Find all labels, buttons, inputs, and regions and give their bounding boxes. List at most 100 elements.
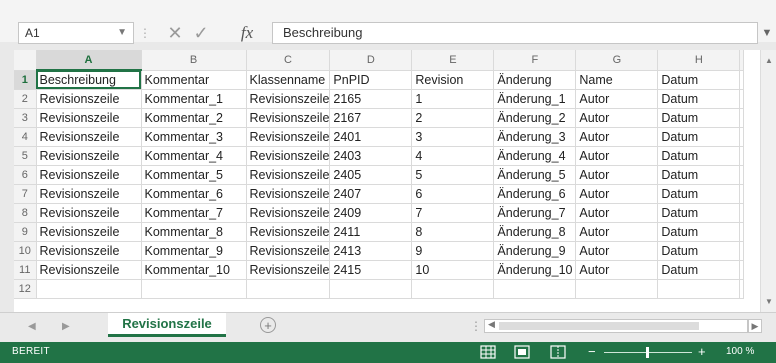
- cell-f8[interactable]: Änderung_7: [493, 203, 577, 223]
- cell-e12[interactable]: [411, 279, 495, 299]
- row-header[interactable]: 1: [14, 70, 37, 90]
- cell-g6[interactable]: Autor: [575, 165, 659, 185]
- column-header-g[interactable]: G: [575, 50, 659, 71]
- cell-a11[interactable]: Revisionszeile: [36, 260, 142, 280]
- formula-input[interactable]: Beschreibung: [272, 22, 758, 44]
- select-all-corner[interactable]: [14, 50, 37, 71]
- cell-e11[interactable]: 10: [411, 260, 495, 280]
- cell-a6[interactable]: Revisionszeile: [36, 165, 142, 185]
- cell-f6[interactable]: Änderung_5: [493, 165, 577, 185]
- chevron-down-icon[interactable]: ▼: [758, 22, 776, 44]
- cell-a4[interactable]: Revisionszeile: [36, 127, 142, 147]
- cell-spacer[interactable]: [739, 222, 745, 242]
- cell-spacer[interactable]: [739, 165, 745, 185]
- cell-h6[interactable]: Datum: [657, 165, 741, 185]
- tab-prev-icon[interactable]: ◀: [28, 321, 36, 332]
- page-layout-icon[interactable]: [514, 345, 530, 359]
- cell-spacer[interactable]: [739, 203, 745, 223]
- cell-b8[interactable]: Kommentar_7: [141, 203, 247, 223]
- row-header[interactable]: 2: [14, 89, 37, 109]
- chevron-down-icon[interactable]: ▼: [117, 23, 127, 43]
- plus-icon[interactable]: +: [260, 317, 276, 333]
- cell-c11[interactable]: Revisionszeile: [246, 260, 331, 280]
- insert-function-button[interactable]: fx: [234, 22, 260, 44]
- cell-d10[interactable]: 2413: [329, 241, 413, 261]
- zoom-level[interactable]: 100 %: [726, 346, 754, 357]
- cell-c9[interactable]: Revisionszeile: [246, 222, 331, 242]
- cell-c6[interactable]: Revisionszeile: [246, 165, 331, 185]
- cell-b12[interactable]: [141, 279, 247, 299]
- column-header-e[interactable]: E: [411, 50, 495, 71]
- row-header[interactable]: 8: [14, 203, 37, 223]
- row-header[interactable]: 7: [14, 184, 37, 204]
- cell-c4[interactable]: Revisionszeile: [246, 127, 331, 147]
- cell-d8[interactable]: 2409: [329, 203, 413, 223]
- cell-a5[interactable]: Revisionszeile: [36, 146, 142, 166]
- scroll-thumb[interactable]: [499, 322, 699, 330]
- cell-f3[interactable]: Änderung_2: [493, 108, 577, 128]
- cell-f2[interactable]: Änderung_1: [493, 89, 577, 109]
- cell-a1[interactable]: Beschreibung: [36, 70, 142, 90]
- check-icon[interactable]: ✓: [188, 22, 214, 44]
- cell-f4[interactable]: Änderung_3: [493, 127, 577, 147]
- cell-h4[interactable]: Datum: [657, 127, 741, 147]
- cell-b11[interactable]: Kommentar_10: [141, 260, 247, 280]
- sheet-tab-revisionszeile[interactable]: Revisionszeile: [108, 313, 226, 337]
- cell-c12[interactable]: [246, 279, 331, 299]
- cell-c7[interactable]: Revisionszeile: [246, 184, 331, 204]
- cell-f9[interactable]: Änderung_8: [493, 222, 577, 242]
- cell-spacer[interactable]: [739, 241, 745, 261]
- row-header[interactable]: 11: [14, 260, 37, 280]
- name-box[interactable]: A1 ▼: [18, 22, 134, 44]
- cell-b4[interactable]: Kommentar_3: [141, 127, 247, 147]
- cell-d5[interactable]: 2403: [329, 146, 413, 166]
- cell-c3[interactable]: Revisionszeile: [246, 108, 331, 128]
- cell-h9[interactable]: Datum: [657, 222, 741, 242]
- cell-a9[interactable]: Revisionszeile: [36, 222, 142, 242]
- cell-e8[interactable]: 7: [411, 203, 495, 223]
- cell-c2[interactable]: Revisionszeile: [246, 89, 331, 109]
- column-header-f[interactable]: F: [493, 50, 577, 71]
- cell-f7[interactable]: Änderung_6: [493, 184, 577, 204]
- cell-c5[interactable]: Revisionszeile: [246, 146, 331, 166]
- zoom-out-button[interactable]: −: [588, 344, 596, 359]
- column-header-c[interactable]: C: [246, 50, 331, 71]
- cell-f11[interactable]: Änderung_10: [493, 260, 577, 280]
- cell-f1[interactable]: Änderung: [493, 70, 577, 90]
- cell-g5[interactable]: Autor: [575, 146, 659, 166]
- zoom-in-button[interactable]: +: [698, 344, 706, 359]
- cell-a8[interactable]: Revisionszeile: [36, 203, 142, 223]
- cell-spacer[interactable]: [739, 108, 745, 128]
- cell-d3[interactable]: 2167: [329, 108, 413, 128]
- cell-d6[interactable]: 2405: [329, 165, 413, 185]
- cell-d2[interactable]: 2165: [329, 89, 413, 109]
- cell-c10[interactable]: Revisionszeile: [246, 241, 331, 261]
- cell-g9[interactable]: Autor: [575, 222, 659, 242]
- cell-g12[interactable]: [575, 279, 659, 299]
- row-header[interactable]: 5: [14, 146, 37, 166]
- cell-spacer[interactable]: [739, 127, 745, 147]
- row-header[interactable]: 6: [14, 165, 37, 185]
- cell-b6[interactable]: Kommentar_5: [141, 165, 247, 185]
- column-header-b[interactable]: B: [141, 50, 247, 71]
- cell-b9[interactable]: Kommentar_8: [141, 222, 247, 242]
- cell-g4[interactable]: Autor: [575, 127, 659, 147]
- cell-a12[interactable]: [36, 279, 142, 299]
- cell-g11[interactable]: Autor: [575, 260, 659, 280]
- cell-d7[interactable]: 2407: [329, 184, 413, 204]
- cell-h7[interactable]: Datum: [657, 184, 741, 204]
- cell-e5[interactable]: 4: [411, 146, 495, 166]
- cell-h12[interactable]: [657, 279, 741, 299]
- cell-e7[interactable]: 6: [411, 184, 495, 204]
- scroll-down-icon[interactable]: ▼: [765, 297, 773, 306]
- cell-e10[interactable]: 9: [411, 241, 495, 261]
- row-header[interactable]: 3: [14, 108, 37, 128]
- cell-h3[interactable]: Datum: [657, 108, 741, 128]
- cell-h10[interactable]: Datum: [657, 241, 741, 261]
- cell-g7[interactable]: Autor: [575, 184, 659, 204]
- cell-spacer[interactable]: [739, 260, 745, 280]
- cell-h11[interactable]: Datum: [657, 260, 741, 280]
- cell-d1[interactable]: PnPID: [329, 70, 413, 90]
- cell-d9[interactable]: 2411: [329, 222, 413, 242]
- cell-e4[interactable]: 3: [411, 127, 495, 147]
